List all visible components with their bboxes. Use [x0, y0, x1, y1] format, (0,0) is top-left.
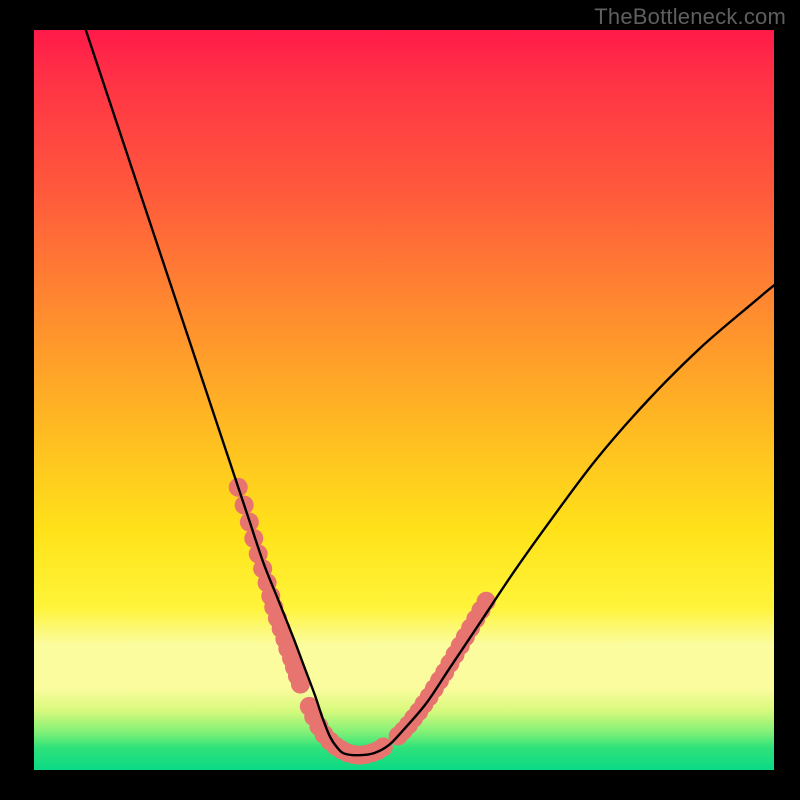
plot-area [34, 30, 774, 770]
watermark-label: TheBottleneck.com [594, 4, 786, 30]
bottleneck-curve-path [86, 30, 774, 755]
chart-overlay [34, 30, 774, 770]
highlight-dots-group [229, 478, 496, 765]
chart-frame: TheBottleneck.com [0, 0, 800, 800]
